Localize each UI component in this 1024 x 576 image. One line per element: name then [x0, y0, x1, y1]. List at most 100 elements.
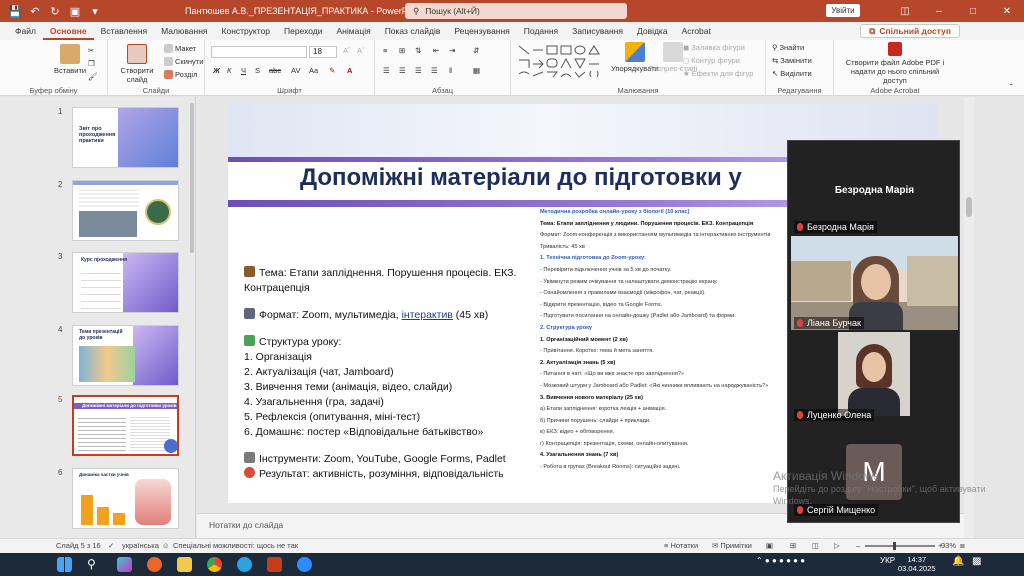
customize-icon[interactable]: ▾ [88, 5, 102, 18]
save-icon[interactable]: 💾 [8, 5, 22, 18]
layout-button[interactable]: Макет [164, 44, 196, 53]
tab-transitions[interactable]: Переходи [277, 22, 330, 40]
format-painter-icon[interactable]: 🖌 [88, 72, 98, 81]
accessibility-icon[interactable]: ☺ [162, 541, 170, 550]
video-tile-olena[interactable] [838, 332, 910, 416]
copy-icon[interactable]: ❐ [88, 59, 95, 68]
collapse-ribbon-icon[interactable]: ⌃ [1008, 82, 1014, 91]
thumbnail-slide-1[interactable]: Звіт про проходження практики [72, 107, 179, 168]
format-link[interactable]: інтерактив [402, 309, 453, 321]
justify-icon[interactable]: ☰ [431, 66, 438, 75]
present-icon[interactable]: ▣ [68, 5, 82, 18]
line-spacing-icon[interactable]: ⇅ [415, 46, 421, 55]
zoom-out-icon[interactable]: – [856, 541, 860, 550]
replace-button[interactable]: ⇆ Замінити [772, 56, 812, 65]
sign-in-button[interactable]: Увійти [826, 4, 860, 17]
shapes-gallery[interactable] [517, 44, 603, 78]
italic-icon[interactable]: К [227, 66, 231, 75]
tab-draw[interactable]: Малювання [154, 22, 214, 40]
share-button[interactable]: ⧉ Спільний доступ [860, 24, 960, 38]
comments-toggle[interactable]: ✉ Примітки [712, 541, 752, 550]
numbering-icon[interactable]: ⊞ [399, 46, 405, 55]
columns-icon[interactable]: ‖ [449, 66, 452, 75]
tab-record[interactable]: Записування [565, 22, 630, 40]
tab-animations[interactable]: Анімація [330, 22, 378, 40]
font-grow-icon[interactable]: Aˆ [343, 46, 351, 55]
slide-body-text[interactable]: Тема: Етапи запліднення. Порушення проце… [244, 266, 544, 482]
video-tile-liana[interactable] [791, 236, 958, 330]
shape-effects-button[interactable]: ★ Ефекти для фігур [683, 69, 753, 78]
cut-icon[interactable]: ✂ [88, 46, 94, 55]
font-color-icon[interactable]: A [347, 66, 352, 75]
shape-outline-button[interactable]: ◻ Контур фігури [683, 56, 740, 65]
firefox-icon[interactable] [147, 557, 162, 572]
section-button[interactable]: Розділ [164, 70, 197, 79]
new-slide-button[interactable]: Створити слайд [120, 44, 154, 84]
text-direction-icon[interactable]: ⇵ [473, 46, 479, 55]
zoom-slider[interactable] [865, 545, 935, 547]
fit-slide-icon[interactable]: ⧈ [960, 541, 965, 551]
taskbar-clock[interactable]: 14:37 03.04.2025 [898, 555, 936, 573]
paste-button[interactable]: Вставити [54, 44, 86, 75]
underline-icon[interactable]: Ч [241, 66, 246, 75]
thumbnail-slide-2[interactable] [72, 180, 179, 241]
tab-insert[interactable]: Вставлення [94, 22, 154, 40]
zoom-level[interactable]: 93% [941, 541, 956, 550]
highlight-icon[interactable]: ✎ [329, 66, 335, 75]
telegram-icon[interactable] [237, 557, 252, 572]
tray-icons[interactable]: ⌃ ● ● ● ● ● ● [756, 556, 805, 565]
close-icon[interactable]: ✕ [990, 0, 1024, 22]
spellcheck-icon[interactable]: ✓ [108, 541, 114, 550]
bold-icon[interactable]: Ж [213, 66, 220, 75]
redo-icon[interactable]: ↻ [48, 5, 62, 18]
tab-help[interactable]: Довідка [630, 22, 675, 40]
decrease-indent-icon[interactable]: ⇤ [433, 46, 439, 55]
find-button[interactable]: ⚲ Знайти [772, 43, 804, 52]
tab-acrobat[interactable]: Acrobat [675, 22, 718, 40]
zoom-slider-thumb[interactable] [893, 542, 896, 550]
ribbon-display-icon[interactable]: ◫ [888, 0, 922, 22]
minimize-icon[interactable]: – [922, 0, 956, 22]
zoom-app-icon[interactable] [297, 557, 312, 572]
tab-file[interactable]: Файл [8, 22, 43, 40]
chrome-icon[interactable] [207, 557, 222, 572]
tab-home[interactable]: Основне [42, 22, 94, 40]
reading-view-icon[interactable]: ◫ [812, 541, 819, 550]
create-pdf-button[interactable]: Створити файл Adobe PDF і надати до ньог… [838, 42, 952, 85]
maximize-icon[interactable]: □ [956, 0, 990, 22]
strikethrough-icon[interactable]: abc [269, 66, 281, 75]
shape-fill-button[interactable]: ◼ Заливка фігури [683, 43, 745, 52]
select-button[interactable]: ↖ Виділити [772, 69, 812, 78]
smartart-icon[interactable]: ▦ [473, 66, 480, 75]
thumbnail-slide-5[interactable]: Допоміжні матеріали до підготовки уроків [72, 395, 179, 456]
thumbnail-slide-6[interactable]: Динаміка частки учнів [72, 468, 179, 529]
increase-indent-icon[interactable]: ⇥ [449, 46, 455, 55]
undo-icon[interactable]: ↶ [28, 5, 42, 18]
normal-view-icon[interactable]: ▣ [766, 541, 773, 550]
reset-button[interactable]: Скинути [164, 57, 203, 66]
thumbnail-slide-3[interactable]: Курс проходження [72, 252, 179, 313]
copilot-icon[interactable] [117, 557, 132, 572]
tab-design[interactable]: Конструктор [215, 22, 277, 40]
align-left-icon[interactable]: ☰ [383, 66, 390, 75]
notes-toggle[interactable]: ≡ Нотатки [664, 541, 698, 550]
explorer-icon[interactable] [177, 557, 192, 572]
taskbar-search-icon[interactable]: ⚲ [87, 557, 102, 572]
bullets-icon[interactable]: ≡ [383, 46, 387, 55]
change-case-icon[interactable]: Aa [309, 66, 318, 75]
tab-review[interactable]: Рецензування [447, 22, 516, 40]
thumbnails-scrollbar[interactable] [190, 103, 194, 253]
start-icon[interactable] [57, 557, 72, 572]
widgets-icon[interactable]: ▩ [972, 556, 981, 567]
thumbnail-slide-4[interactable]: Теми презентацій до уроків [72, 325, 179, 386]
font-name-combo[interactable] [211, 46, 307, 58]
font-shrink-icon[interactable]: Aˇ [357, 46, 365, 55]
font-size-combo[interactable]: 18 [309, 46, 337, 58]
tab-view[interactable]: Подання [517, 22, 565, 40]
align-center-icon[interactable]: ☰ [399, 66, 406, 75]
editor-scroll-thumb[interactable] [966, 197, 972, 217]
accessibility-status[interactable]: Спеціальні можливості: щось не так [173, 541, 298, 550]
keyboard-language[interactable]: УКР [880, 556, 895, 565]
shadow-icon[interactable]: S [255, 66, 260, 75]
align-right-icon[interactable]: ☰ [415, 66, 422, 75]
